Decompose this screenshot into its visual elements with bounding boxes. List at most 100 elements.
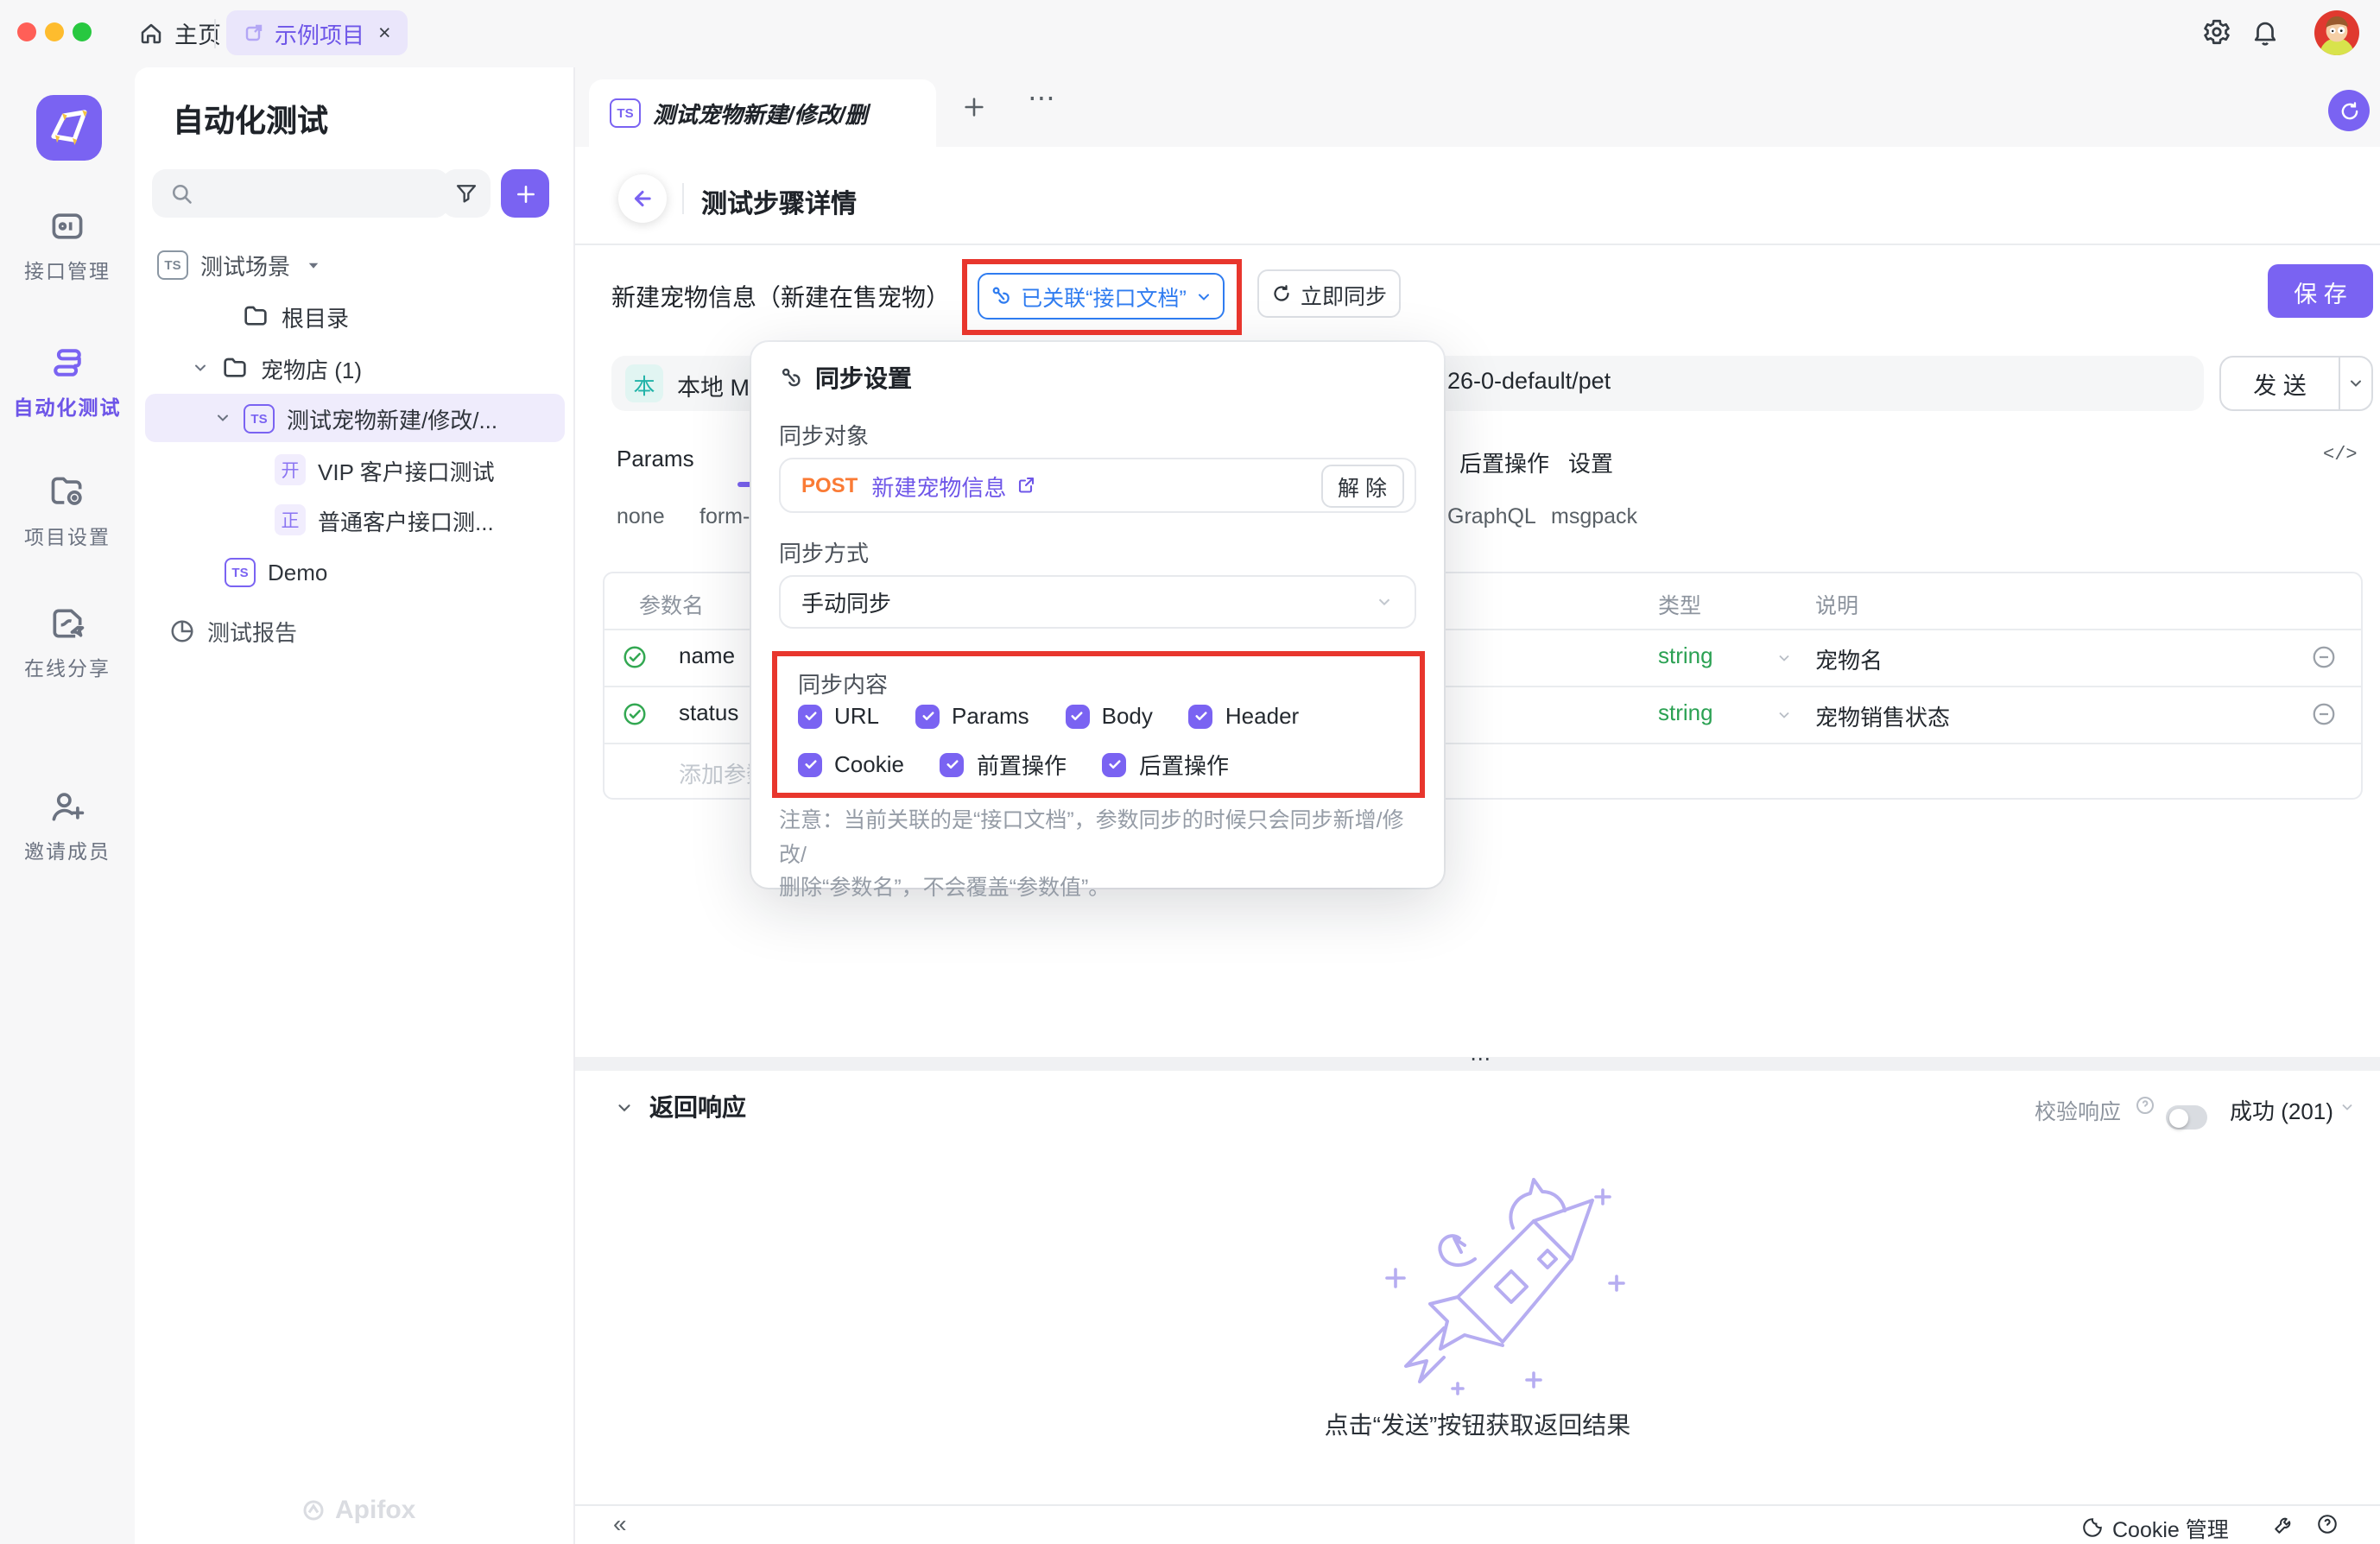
body-type-msgpack[interactable]: msgpack — [1551, 504, 1637, 528]
rail-item-project-settings[interactable]: 项目设置 — [0, 473, 135, 551]
rail-item-api-management[interactable]: 接口管理 — [0, 207, 135, 285]
editor-tabbar: TS 测试宠物新建/修改/删 ⋯ — [575, 67, 2380, 147]
chevron-down-icon — [1195, 288, 1212, 305]
linked-api-link[interactable]: 新建宠物信息 — [871, 469, 1035, 502]
rail-label: 自动化测试 — [0, 394, 135, 421]
rail-item-automated-testing[interactable]: 自动化测试 — [0, 344, 135, 421]
collapse-chevron-icon[interactable] — [615, 1098, 634, 1117]
body-type-graphql[interactable]: GraphQL — [1447, 504, 1536, 528]
code-view-icon[interactable]: </> — [2323, 446, 2358, 466]
project-tab[interactable]: 示例项目 × — [226, 10, 408, 55]
rail-label: 邀请成员 — [0, 838, 135, 865]
settings-gear-icon[interactable] — [2202, 17, 2231, 47]
nav-rail: 接口管理 自动化测试 项目设置 在线分享 邀请成员 — [0, 67, 135, 1544]
remove-row-icon[interactable] — [2311, 644, 2337, 670]
user-avatar[interactable] — [2314, 10, 2359, 55]
param-enabled-check-icon[interactable] — [622, 644, 648, 670]
collapse-sidebar-icon[interactable]: « — [613, 1509, 627, 1537]
minimize-window-button[interactable] — [45, 22, 64, 41]
sync-target-label: 同步对象 — [779, 418, 869, 451]
param-desc[interactable]: 宠物名 — [1815, 642, 1883, 675]
home-icon — [138, 20, 164, 46]
tree-item-pet-store[interactable]: 宠物店 (1) — [135, 344, 632, 392]
ts-scenario-icon: TS — [244, 403, 275, 433]
step-name[interactable]: 新建宠物信息（新建在售宠物） — [611, 280, 950, 314]
save-button[interactable]: 保 存 — [2268, 264, 2373, 318]
type-chevron-icon[interactable] — [1776, 706, 1793, 724]
back-arrow-icon — [630, 187, 655, 211]
tree-item-test-scenarios[interactable]: TS 测试场景 — [135, 240, 598, 288]
param-enabled-check-icon[interactable] — [622, 701, 648, 727]
new-scenario-button[interactable] — [501, 169, 549, 218]
chevron-expanded-icon[interactable] — [192, 359, 209, 377]
send-button-label[interactable]: 发 送 — [2221, 366, 2339, 401]
checkbox-header[interactable]: Header — [1189, 703, 1299, 729]
tree-label: 测试场景 — [200, 248, 290, 281]
new-tab-icon[interactable] — [962, 95, 986, 119]
checkbox-params[interactable]: Params — [915, 703, 1029, 729]
apifox-watermark-icon — [301, 1497, 326, 1523]
home-nav[interactable]: 主页 — [138, 14, 221, 52]
checkbox-url[interactable]: URL — [798, 703, 879, 729]
bottom-bar: « Cookie 管理 — [575, 1504, 2380, 1544]
sync-fab-button[interactable] — [2328, 90, 2370, 131]
body-type-none[interactable]: none — [617, 504, 665, 528]
back-button[interactable] — [618, 174, 667, 223]
folder-icon — [242, 302, 269, 330]
response-status-select[interactable]: 成功 (201) — [2230, 1093, 2333, 1126]
help-circle-icon[interactable] — [2135, 1095, 2155, 1116]
env-badge[interactable]: 本 — [625, 364, 663, 402]
sync-now-button[interactable]: 立即同步 — [1257, 269, 1401, 318]
send-options-chevron-icon[interactable] — [2340, 375, 2371, 392]
col-header-param-name: 参数名 — [639, 587, 704, 620]
linked-doc-dropdown[interactable]: 已关联“接口文档” — [978, 273, 1225, 320]
splitter-handle[interactable]: ⋯ — [575, 1057, 2380, 1071]
select-chevron-icon — [1375, 592, 1394, 611]
tab-params[interactable]: Params — [617, 446, 694, 471]
zoom-window-button[interactable] — [73, 22, 92, 41]
checkbox-pre-operations[interactable]: 前置操作 — [940, 748, 1067, 781]
checkbox-cookie[interactable]: Cookie — [798, 751, 904, 777]
tab-settings[interactable]: 设置 — [1568, 446, 1613, 478]
validate-response-toggle[interactable] — [2166, 1105, 2207, 1130]
rail-item-invite-members[interactable]: 邀请成员 — [0, 788, 135, 865]
tab-post-operations[interactable]: 后置操作 — [1459, 446, 1549, 478]
project-tab-close-icon[interactable]: × — [378, 21, 391, 45]
send-split-button[interactable]: 发 送 — [2219, 356, 2373, 411]
col-header-type: 类型 — [1658, 587, 1701, 620]
search-icon — [169, 181, 193, 206]
dropdown-caret-icon[interactable] — [306, 256, 321, 272]
rail-label: 接口管理 — [0, 257, 135, 285]
tools-wrench-icon[interactable] — [2273, 1513, 2295, 1535]
cookie-manager-button[interactable]: Cookie 管理 — [2081, 1511, 2229, 1544]
step-badge: 正 — [275, 504, 306, 535]
tab-test-pet-scenario[interactable]: TS 测试宠物新建/修改/删 — [589, 79, 936, 147]
rail-item-online-share[interactable]: 在线分享 — [0, 604, 135, 682]
param-name[interactable]: name — [679, 642, 735, 668]
sync-mode-select[interactable]: 手动同步 — [779, 575, 1416, 629]
checkbox-post-operations[interactable]: 后置操作 — [1103, 748, 1229, 781]
unlink-button[interactable]: 解 除 — [1320, 464, 1404, 507]
checkbox-body[interactable]: Body — [1066, 703, 1153, 729]
type-chevron-icon[interactable] — [1776, 649, 1793, 667]
tree-item-test-reports[interactable]: 测试报告 — [135, 606, 610, 655]
invite-members-icon — [0, 788, 135, 826]
remove-row-icon[interactable] — [2311, 701, 2337, 727]
chevron-expanded-icon[interactable] — [214, 409, 231, 427]
app-logo[interactable] — [36, 95, 102, 161]
param-type[interactable]: string — [1658, 699, 1713, 725]
online-share-icon — [0, 604, 135, 642]
notifications-bell-icon[interactable] — [2250, 17, 2280, 47]
search-input[interactable] — [152, 169, 449, 218]
more-tabs-icon[interactable]: ⋯ — [1028, 81, 1057, 116]
status-chevron-icon[interactable] — [2339, 1098, 2356, 1116]
tree-label: 测试报告 — [207, 614, 297, 647]
param-desc[interactable]: 宠物销售状态 — [1815, 699, 1950, 732]
filter-button[interactable] — [442, 169, 491, 218]
param-name[interactable]: status — [679, 699, 738, 725]
param-type[interactable]: string — [1658, 642, 1713, 668]
help-icon[interactable] — [2316, 1513, 2339, 1535]
close-window-button[interactable] — [17, 22, 36, 41]
tree-item-test-pet-scenario-selected[interactable]: TS 测试宠物新建/修改/... — [145, 394, 565, 442]
empty-hint: 点击“发送”按钮获取返回结果 — [575, 1408, 2380, 1442]
